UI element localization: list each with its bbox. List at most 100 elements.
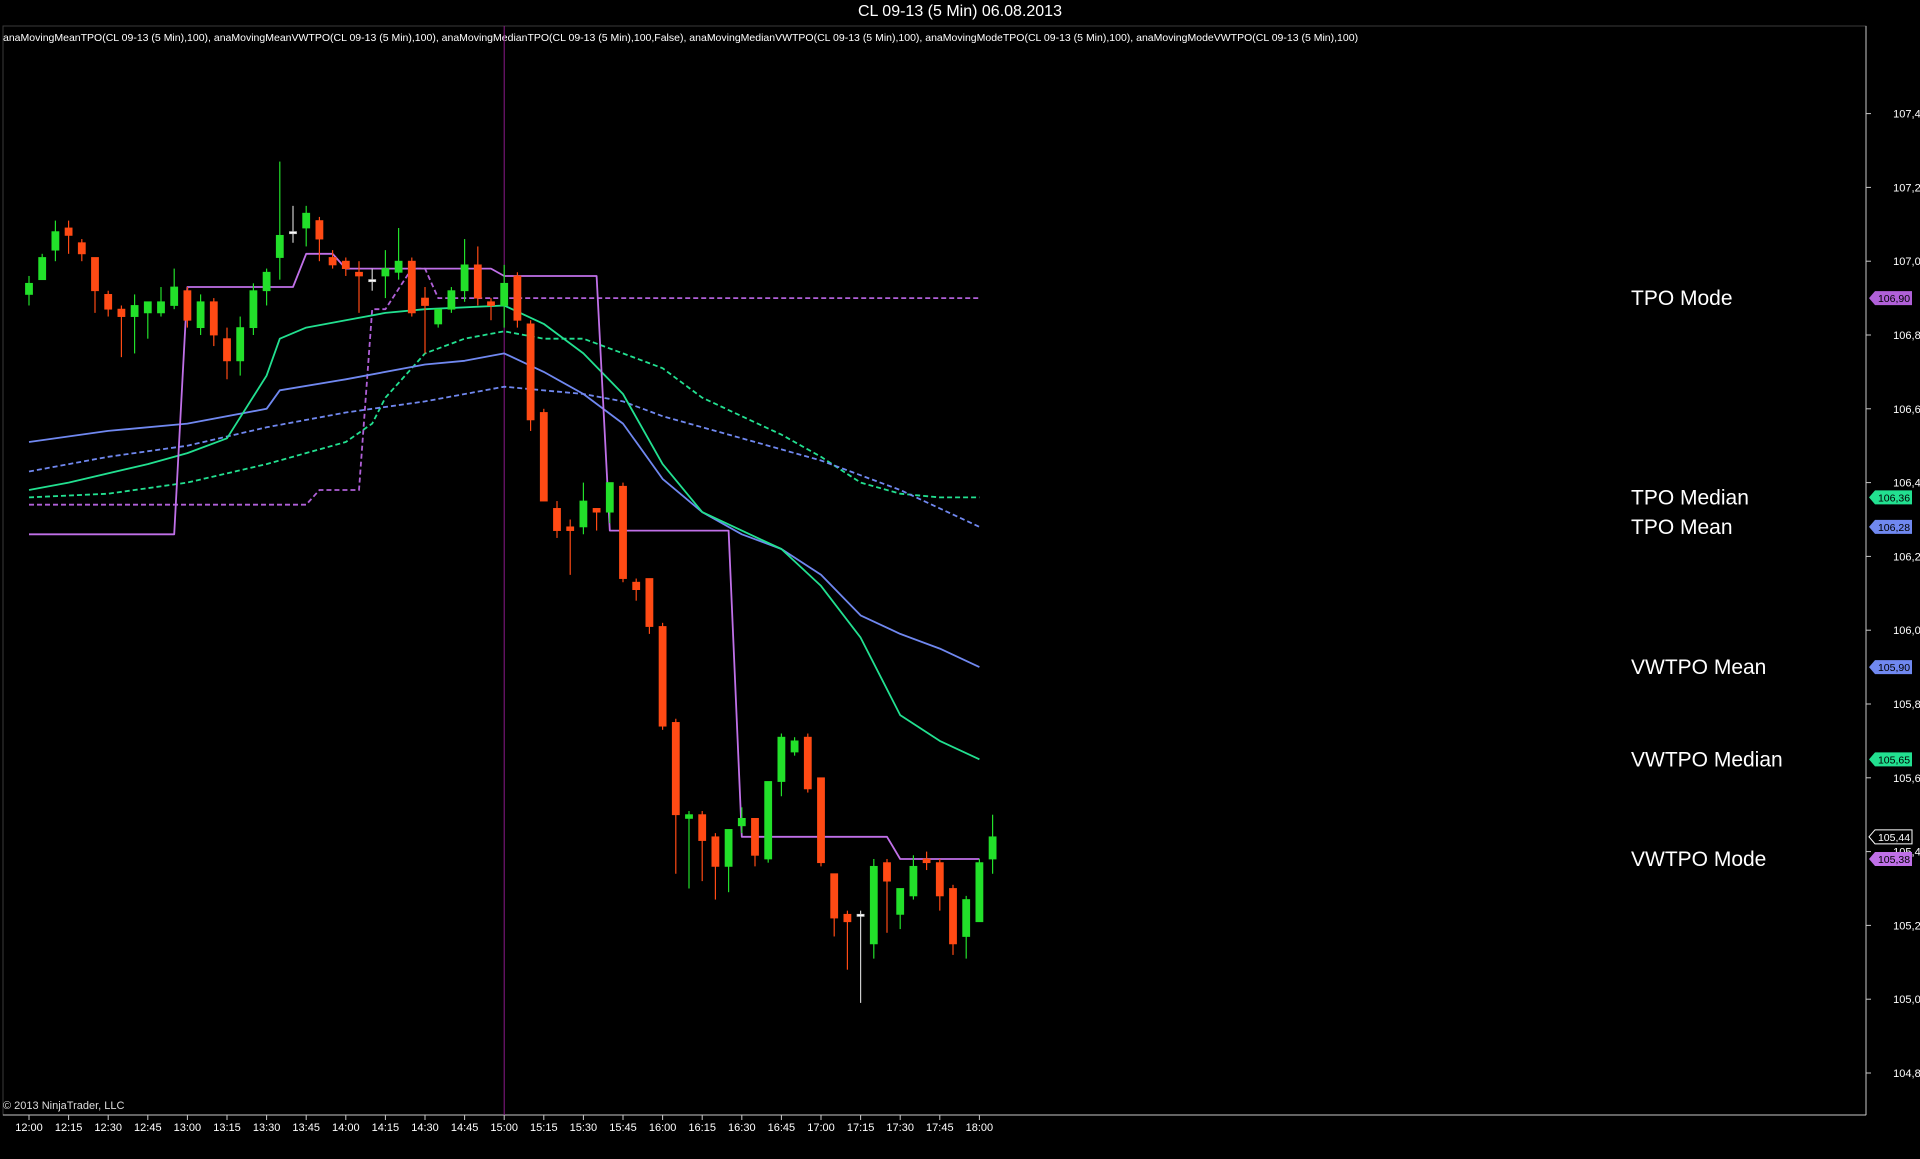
candle-body [275,234,284,258]
candle [671,718,680,874]
x-tick-label: 14:15 [372,1122,400,1134]
candle [289,205,297,243]
candle [724,829,733,893]
candle-body [922,858,931,864]
candle-body [579,500,588,528]
candle-body [341,260,350,269]
candle [25,275,33,306]
candle-body [38,257,47,281]
series-label: TPO Mode [1631,287,1733,310]
candle [949,884,957,955]
candle [394,227,403,280]
candle [223,327,231,380]
candle-body [843,913,852,923]
price-chart[interactable]: 107,40 107,20 107,00 106,80 106,60 106,40 106,… [0,0,1920,1159]
candle-body [130,305,139,317]
series-label: VWTPO Mode [1631,848,1766,871]
candle [77,239,86,262]
candle [170,268,179,310]
candle-body [104,294,113,310]
candle-body [658,626,667,727]
y-tick-label: 106,60 [1893,404,1920,416]
candle [896,888,905,930]
x-tick-label: 16:15 [688,1122,716,1134]
series-label: VWTPO Mean [1631,656,1766,679]
candle [38,253,47,281]
value-badge-text: 106,90 [1878,293,1910,305]
candle [843,910,852,970]
x-tick-label: 17:45 [926,1122,954,1134]
candle [777,733,786,797]
x-tick-label: 14:45 [451,1122,479,1134]
candle [737,807,746,834]
candle-body [500,282,509,306]
x-tick-label: 17:15 [847,1122,875,1134]
candle [473,246,482,306]
candle-body [170,286,179,306]
candle-body [51,231,60,251]
candle [909,855,918,900]
candle-body [949,888,957,945]
candle-body [223,338,231,362]
candle [869,858,878,959]
candle [605,482,614,524]
copyright-notice: © 2013 NinjaTrader, LLC [3,1100,125,1112]
candle-body [368,279,377,283]
candle [447,287,456,313]
candle-body [790,740,799,753]
candle [883,858,891,933]
candle-body [975,862,984,923]
candle-body [91,257,99,292]
candle-body [685,814,693,819]
candle [249,283,258,335]
candle-body [962,899,971,937]
candle [302,205,311,247]
series-label: TPO Median [1631,486,1749,509]
candle-body [249,290,258,329]
candle-body [473,264,482,299]
x-tick-label: 12:30 [94,1122,122,1134]
candle-body [513,275,522,321]
candle-body [183,290,192,321]
candle-body [645,578,654,627]
candle [658,622,667,730]
candle-body [698,814,707,841]
candle-body [632,581,641,591]
candle [407,257,416,317]
candle-body [777,736,786,782]
candle-body [553,508,561,531]
candle [130,294,139,354]
candle-body [764,781,773,860]
candle [196,294,205,335]
x-tick-label: 17:00 [807,1122,835,1134]
candle-body [896,888,905,915]
candle [275,161,284,280]
candle-body [77,242,86,255]
x-tick-label: 13:30 [253,1122,281,1134]
candle-body [671,722,680,816]
candle [236,316,245,376]
candle-body [355,271,363,277]
y-tick-label: 105,80 [1893,699,1920,711]
x-tick-label: 15:15 [530,1122,558,1134]
candle [962,895,971,959]
candle-body [869,865,878,945]
candle [645,578,654,634]
candle-body [196,301,205,329]
last-price-text: 105,44 [1878,832,1910,844]
x-tick-label: 15:30 [570,1122,598,1134]
y-tick-label: 106,00 [1893,625,1920,637]
candle [817,777,825,867]
candle-body [381,268,390,277]
y-tick-label: 107,40 [1893,109,1920,121]
candle-body [592,508,601,513]
candle [421,287,429,354]
candle-body [447,290,456,310]
candle [209,298,218,347]
candle-body [394,260,403,273]
candle [368,268,377,291]
candle-body [856,913,865,917]
y-tick-label: 106,80 [1893,330,1920,342]
candle [935,858,944,911]
series-label: VWTPO Median [1631,748,1783,771]
